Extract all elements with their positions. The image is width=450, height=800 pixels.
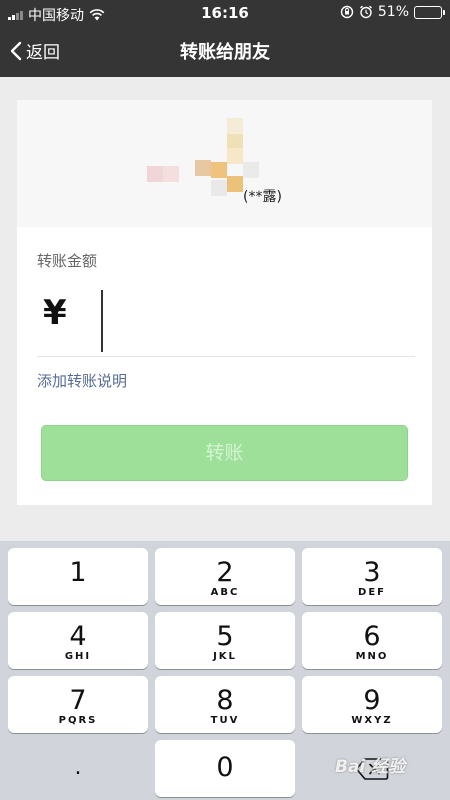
rotation-lock-icon <box>340 5 354 19</box>
transfer-button[interactable]: 转账 <box>41 425 408 481</box>
amount-input[interactable] <box>89 289 409 351</box>
key-digit: 3 <box>363 557 381 588</box>
key-letters: ABC <box>210 587 240 598</box>
amount-row: ¥ <box>37 285 415 357</box>
key-digit: . <box>74 755 82 780</box>
key-4[interactable]: 4 GHI <box>8 612 148 669</box>
transfer-card: (**露) 转账金额 ¥ 添加转账说明 转账 <box>17 100 432 505</box>
alarm-icon <box>359 5 372 19</box>
key-6[interactable]: 6 MNO <box>302 612 442 669</box>
key-0[interactable]: 0 <box>155 740 295 797</box>
avatar-pixel <box>227 176 243 192</box>
key-letters: MNO <box>355 651 389 662</box>
key-7[interactable]: 7 PQRS <box>8 676 148 733</box>
key-letters: DEF <box>358 587 386 598</box>
key-digit: 8 <box>216 685 234 716</box>
avatar-pixel <box>211 162 227 178</box>
avatar-pixel <box>227 132 243 148</box>
status-bar: 中国移动 16:16 51% <box>0 0 450 26</box>
key-1[interactable]: 1 <box>8 548 148 605</box>
key-8[interactable]: 8 TUV <box>155 676 295 733</box>
recipient-name: (**露) <box>243 189 282 205</box>
avatar-pixel <box>163 166 179 182</box>
key-digit: 2 <box>216 557 234 588</box>
amount-label: 转账金额 <box>37 252 98 270</box>
avatar-pixel <box>195 160 211 176</box>
key-3[interactable]: 3 DEF <box>302 548 442 605</box>
key-letters: TUV <box>210 715 240 726</box>
key-digit: 7 <box>69 685 87 716</box>
key-digit: 6 <box>363 621 381 652</box>
key-digit: 1 <box>69 557 87 588</box>
currency-symbol: ¥ <box>43 293 67 333</box>
key-letters: WXYZ <box>351 715 393 726</box>
nav-bar: 返回 转账给朋友 <box>0 26 450 77</box>
avatar-pixel <box>227 148 243 164</box>
key-digit: 0 <box>216 752 234 783</box>
avatar-pixel <box>147 166 163 182</box>
key-decimal[interactable]: . <box>8 740 148 797</box>
avatar-pixel <box>243 162 259 178</box>
key-9[interactable]: 9 WXYZ <box>302 676 442 733</box>
key-2[interactable]: 2 ABC <box>155 548 295 605</box>
add-note-link[interactable]: 添加转账说明 <box>37 370 127 391</box>
key-digit: 9 <box>363 685 381 716</box>
watermark-logo: Bai 经验 <box>335 757 406 777</box>
key-letters: PQRS <box>58 715 98 726</box>
key-letters: JKL <box>213 651 237 662</box>
page-title: 转账给朋友 <box>180 42 270 63</box>
top-bar: 中国移动 16:16 51% 返回 转账给朋友 <box>0 0 450 77</box>
recipient-section: (**露) <box>17 100 432 227</box>
key-letters: GHI <box>64 651 92 662</box>
avatar-pixel <box>227 118 243 134</box>
key-digit: 5 <box>216 621 234 652</box>
key-digit: 4 <box>69 621 87 652</box>
key-5[interactable]: 5 JKL <box>155 612 295 669</box>
avatar-pixel <box>211 180 227 196</box>
battery-icon <box>414 5 445 19</box>
battery-percent: 51% <box>377 4 409 20</box>
status-right: 51% <box>340 4 445 20</box>
